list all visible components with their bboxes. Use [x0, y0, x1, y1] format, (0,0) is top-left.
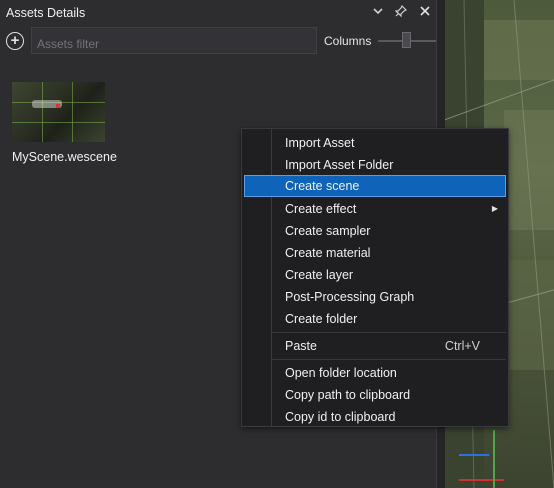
- menu-item-create-folder[interactable]: Create folder: [244, 308, 506, 330]
- menu-separator: [272, 332, 506, 333]
- menu-item-import-asset-folder[interactable]: Import Asset Folder: [244, 154, 506, 176]
- menu-item-paste[interactable]: Paste Ctrl+V: [244, 335, 506, 357]
- menu-item-label: Create sampler: [285, 224, 371, 238]
- columns-label: Columns: [324, 34, 372, 48]
- menu-item-open-folder-location[interactable]: Open folder location: [244, 362, 506, 384]
- menu-item-create-layer[interactable]: Create layer: [244, 264, 506, 286]
- panel-titlebar: Assets Details: [0, 0, 436, 26]
- pin-icon[interactable]: [392, 4, 410, 22]
- asset-thumbnail: [12, 82, 105, 142]
- asset-item[interactable]: MyScene.wescene: [12, 82, 117, 164]
- menu-item-label: Import Asset Folder: [285, 158, 394, 172]
- submenu-arrow-icon: ▶: [491, 204, 498, 213]
- menu-item-label: Copy path to clipboard: [285, 388, 411, 402]
- menu-item-label: Copy id to clipboard: [285, 410, 396, 424]
- menu-item-post-processing-graph[interactable]: Post-Processing Graph: [244, 286, 506, 308]
- menu-item-label: Create layer: [285, 268, 354, 282]
- columns-slider-thumb[interactable]: [402, 32, 411, 48]
- context-menu: Import Asset Import Asset Folder Create …: [241, 128, 509, 427]
- menu-item-copy-path[interactable]: Copy path to clipboard: [244, 384, 506, 406]
- assets-filter-input[interactable]: [31, 27, 317, 54]
- menu-separator: [272, 359, 506, 360]
- menu-item-import-asset[interactable]: Import Asset: [244, 132, 506, 154]
- menu-item-copy-id[interactable]: Copy id to clipboard: [244, 406, 506, 428]
- menu-item-label: Post-Processing Graph: [285, 290, 415, 304]
- menu-item-label: Create folder: [285, 312, 358, 326]
- menu-item-create-effect[interactable]: Create effect ▶: [244, 198, 506, 220]
- menu-item-create-scene[interactable]: Create scene: [244, 175, 506, 197]
- menu-item-label: Open folder location: [285, 366, 397, 380]
- menu-item-label: Create material: [285, 246, 371, 260]
- panel-title: Assets Details: [6, 6, 86, 20]
- menu-item-label: Paste: [285, 339, 317, 353]
- menu-item-label: Create scene: [285, 179, 360, 193]
- chevron-down-icon[interactable]: [369, 4, 387, 22]
- close-icon[interactable]: [416, 4, 434, 22]
- panel-toolbar: + Columns: [0, 26, 438, 56]
- menu-item-label: Import Asset: [285, 136, 355, 150]
- menu-item-create-material[interactable]: Create material: [244, 242, 506, 264]
- paste-shortcut: Ctrl+V: [444, 339, 480, 353]
- menu-item-create-sampler[interactable]: Create sampler: [244, 220, 506, 242]
- add-asset-button[interactable]: +: [6, 32, 24, 50]
- menu-item-label: Create effect: [285, 202, 357, 216]
- asset-name: MyScene.wescene: [12, 150, 117, 164]
